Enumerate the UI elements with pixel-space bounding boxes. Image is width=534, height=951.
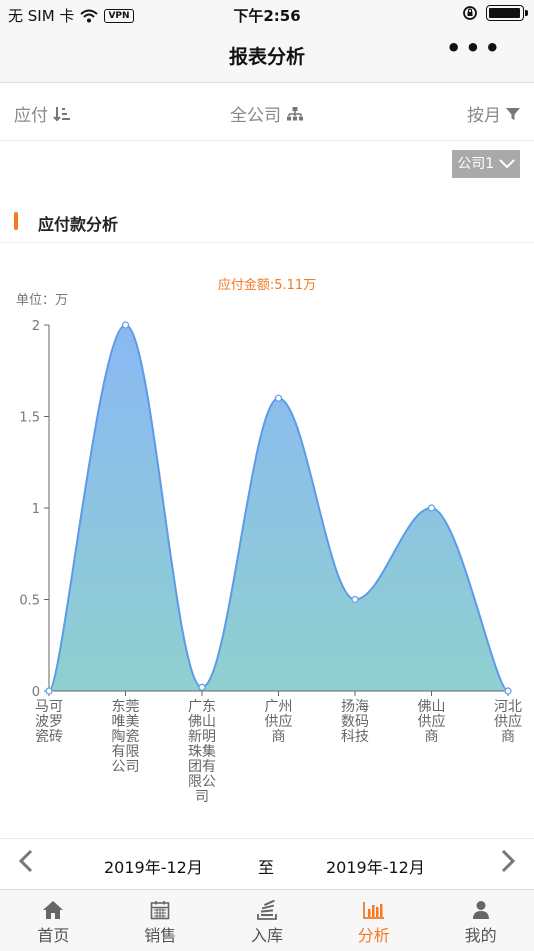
- x-tick-label-line: 珠集: [188, 743, 216, 760]
- x-tick-label-line: 商: [501, 729, 515, 745]
- status-bar: 无 SIM 卡 VPN 下午2:56: [0, 0, 534, 28]
- company-filter-label: 全公司: [230, 106, 281, 126]
- section-title: 应付款分析: [38, 215, 119, 234]
- more-menu-button[interactable]: •••: [446, 34, 504, 62]
- rotation-lock-icon: [463, 6, 477, 20]
- tab-analysis[interactable]: 分析: [320, 890, 427, 951]
- x-tick-label: 河北供应商: [494, 699, 522, 745]
- x-tick-label-line: 限公: [188, 774, 216, 790]
- x-tick-label-line: 广东: [188, 699, 216, 715]
- data-point: [198, 683, 206, 691]
- x-tick-label-line: 新明: [188, 729, 216, 745]
- x-tick-label-line: 公司: [112, 759, 140, 775]
- tab-mine[interactable]: 我的: [427, 890, 534, 951]
- sort-icon: [53, 106, 70, 121]
- x-tick-label: 广东佛山新明珠集团有限公司: [188, 699, 216, 805]
- tab-home[interactable]: 首页: [0, 890, 107, 951]
- x-tick-label-line: 科技: [341, 729, 369, 745]
- data-point: [351, 595, 359, 604]
- x-tick-label: 马可波罗瓷砖: [35, 699, 63, 745]
- next-month-button[interactable]: [500, 849, 516, 880]
- tab-analysis-label: 分析: [357, 926, 390, 945]
- y-tick-label: 1.5: [19, 411, 40, 426]
- stack-icon: [257, 900, 277, 920]
- y-tick-label: 1: [32, 502, 40, 517]
- x-tick-label-line: 马可: [35, 699, 63, 715]
- tab-bar: 首页 销售 入库 分析 我的: [0, 889, 534, 951]
- battery-icon: [486, 5, 528, 21]
- x-tick-label-line: 河北: [494, 699, 522, 715]
- data-point: [121, 321, 130, 329]
- tab-mine-label: 我的: [464, 926, 497, 945]
- y-tick-label: 2: [32, 319, 40, 334]
- calendar-icon: [150, 901, 170, 920]
- org-chart-icon: [287, 106, 303, 120]
- x-tick-label-line: 司: [195, 789, 209, 805]
- x-tick-label-line: 供应: [418, 713, 446, 730]
- x-tick-label: 东莞唯美陶瓷有限公司: [112, 699, 140, 775]
- data-point: [45, 687, 53, 695]
- section-accent-bar: [14, 212, 18, 230]
- x-tick-label-line: 佛山: [418, 699, 446, 715]
- x-tick-label-line: 佛山: [188, 714, 216, 730]
- data-point: [427, 504, 436, 512]
- x-tick-label-line: 团有: [188, 759, 216, 775]
- period-filter[interactable]: 按月: [467, 101, 520, 126]
- x-tick-label-line: 商: [425, 729, 439, 745]
- x-tick-label: 佛山供应商: [418, 699, 446, 745]
- y-tick-label: 0.5: [19, 594, 40, 609]
- tab-home-label: 首页: [37, 926, 70, 945]
- x-tick-label-line: 唯美: [112, 714, 140, 730]
- x-tick-label: 扬海数码科技: [341, 699, 369, 745]
- payables-chart: 应付金额:5.11万 单位：万 0 0.5 1 1.5 2 马可波罗瓷砖 东莞唯美陶瓷有限公…: [0, 260, 534, 820]
- chevron-left-icon: [18, 849, 33, 873]
- x-tick-label-line: 商: [272, 729, 286, 745]
- date-separator: 至: [258, 858, 275, 877]
- x-tick-label-line: 扬海: [341, 699, 369, 715]
- date-range-bar: 2019年-12月 至 2019年-12月: [0, 838, 534, 889]
- type-filter-label: 应付: [14, 106, 48, 126]
- period-filter-label: 按月: [467, 106, 501, 126]
- x-tick-label-line: 有限: [112, 744, 140, 760]
- y-tick-label: 0: [32, 685, 40, 700]
- filter-icon: [506, 107, 520, 120]
- tab-stock-in-label: 入库: [250, 926, 283, 945]
- company-filter[interactable]: 全公司: [230, 101, 304, 126]
- prev-month-button[interactable]: [18, 849, 34, 880]
- home-icon: [43, 901, 64, 919]
- section-header: 应付款分析: [0, 200, 534, 243]
- date-from[interactable]: 2019年-12月: [104, 854, 203, 878]
- tab-sales[interactable]: 销售: [107, 890, 214, 951]
- tab-stock-in[interactable]: 入库: [214, 890, 321, 951]
- data-point: [504, 687, 512, 695]
- x-tick-label-line: 供应: [265, 713, 293, 730]
- type-filter[interactable]: 应付: [14, 101, 71, 126]
- tab-sales-label: 销售: [144, 926, 177, 945]
- chevron-down-icon: [498, 159, 515, 169]
- x-tick-label-line: 波罗: [35, 714, 63, 730]
- series-area: [49, 325, 508, 691]
- company-select[interactable]: 公司1: [452, 150, 520, 178]
- x-tick-label-line: 数码: [341, 714, 369, 730]
- user-icon: [472, 901, 489, 919]
- x-tick-label-line: 瓷砖: [35, 729, 63, 745]
- x-tick-label-line: 东莞: [112, 699, 140, 715]
- status-time: 下午2:56: [233, 7, 301, 25]
- x-tick-label-line: 陶瓷: [112, 729, 140, 745]
- x-tick-label-line: 供应: [494, 713, 522, 730]
- date-to[interactable]: 2019年-12月: [326, 854, 425, 878]
- navigation-bar: 报表分析 •••: [0, 28, 534, 83]
- bar-chart-icon: [362, 902, 384, 919]
- data-point: [274, 394, 283, 402]
- x-tick-label: 广州供应商: [265, 699, 293, 745]
- company-select-value: 公司1: [457, 156, 495, 172]
- area-chart: 00.511.52马可波罗瓷砖东莞唯美陶瓷有限公司广东佛山新明珠集团有限公司广州…: [19, 319, 522, 805]
- chevron-right-icon: [501, 849, 516, 873]
- filter-bar: 应付 全公司 按月: [0, 84, 534, 141]
- x-tick-label-line: 广州: [265, 699, 293, 715]
